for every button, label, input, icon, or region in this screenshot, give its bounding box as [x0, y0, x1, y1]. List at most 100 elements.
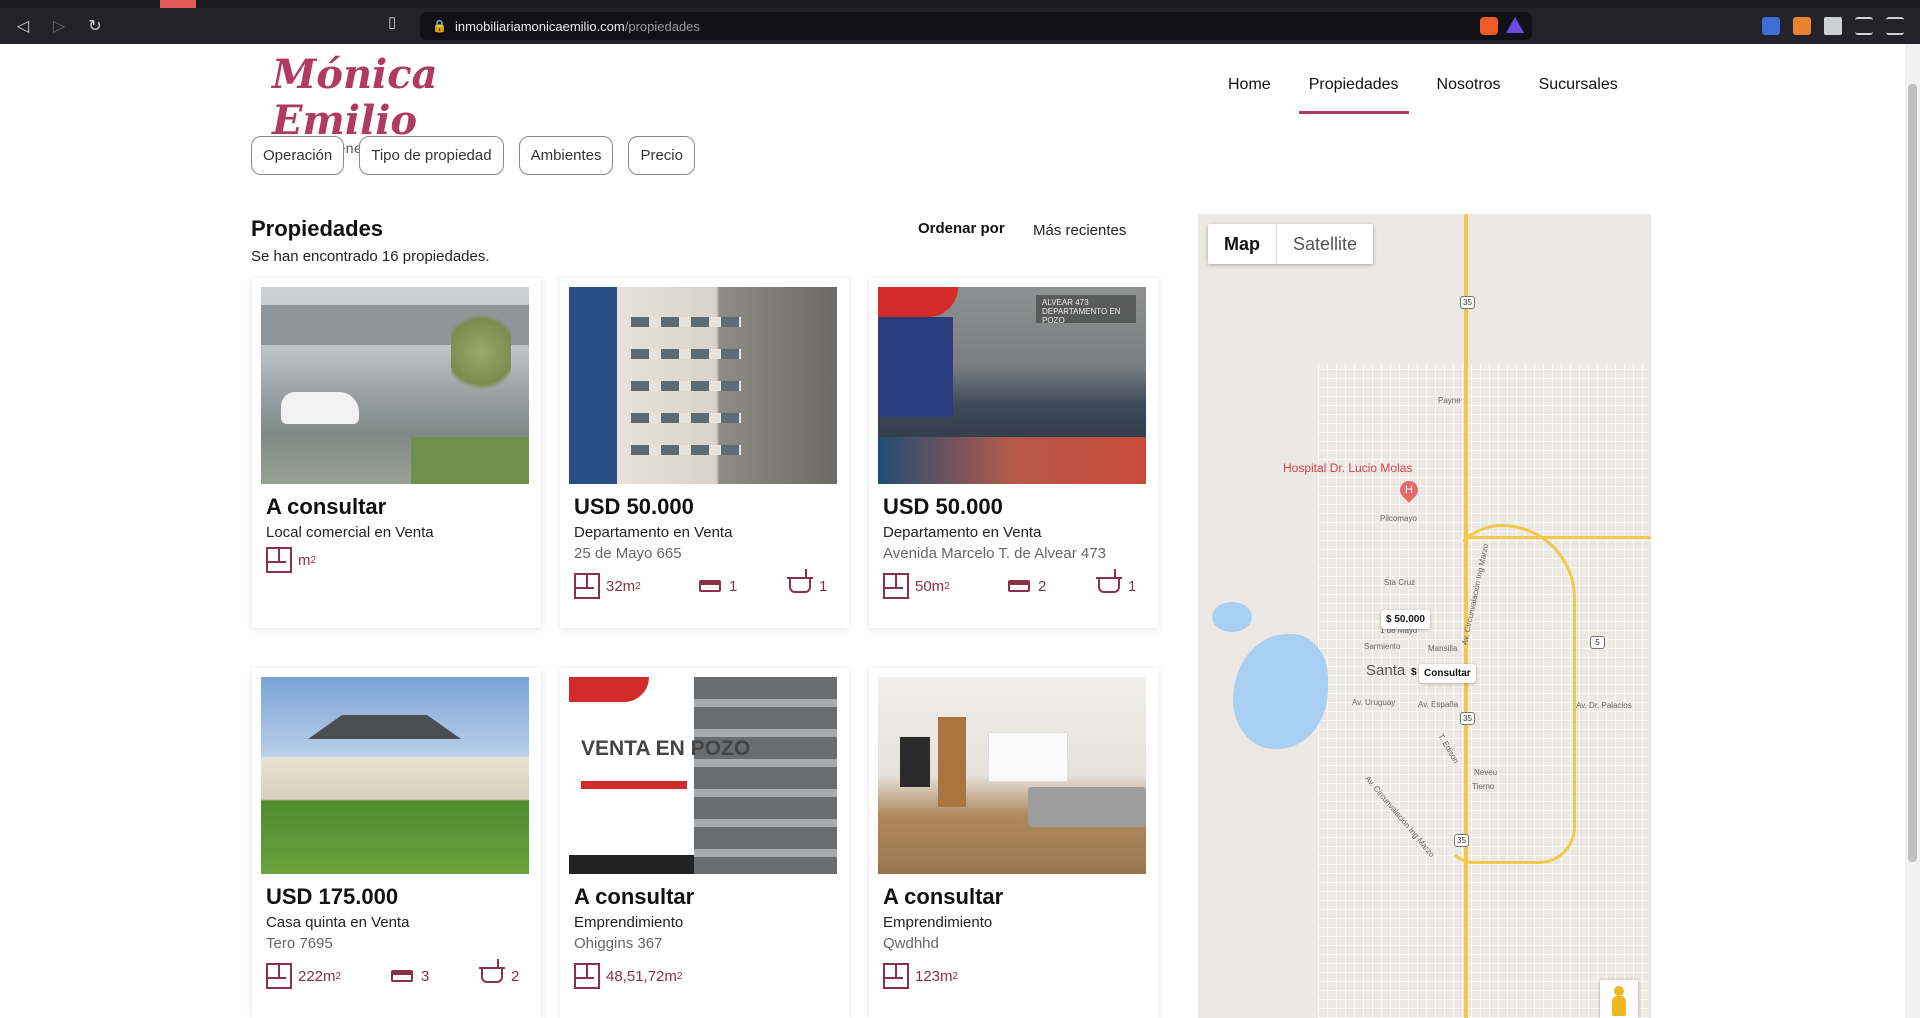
nav-home[interactable]: Home: [1228, 76, 1271, 114]
property-features: 222m 2 3 2: [266, 959, 532, 989]
area-value: 123m: [915, 967, 953, 985]
area-value: m: [298, 551, 311, 569]
toolbar: ◁ ▷ ↻ ▯ 🔒 inmobiliariamonicaemilio.com /…: [0, 8, 1920, 44]
area-value: 222m: [298, 967, 336, 985]
brave-rewards-icon[interactable]: [1506, 17, 1524, 33]
area-feature: m2: [266, 547, 316, 573]
map-view-button[interactable]: Map: [1208, 224, 1277, 264]
property-image[interactable]: [261, 287, 529, 484]
filter-precio[interactable]: Precio: [628, 136, 695, 175]
sort-label: Ordenar por: [918, 220, 1005, 237]
property-type: Casa quinta en Venta: [266, 914, 410, 931]
tab-strip: [0, 0, 1920, 8]
property-features: 48,51,72m 2: [574, 963, 840, 989]
image-banner: ALVEAR 473 DEPARTAMENTO EN POZO: [1036, 295, 1136, 325]
area-value: 32m: [606, 577, 636, 595]
property-image[interactable]: VENTA EN POZO: [569, 677, 837, 874]
nav-nosotros[interactable]: Nosotros: [1437, 76, 1501, 114]
price-marker[interactable]: $ 50.000: [1381, 610, 1430, 629]
route-35-shield: 35: [1454, 834, 1469, 847]
baths-feature: 1: [1096, 569, 1136, 595]
property-type: Departamento en Venta: [574, 524, 733, 541]
url-path: /propiedades: [624, 18, 700, 34]
street-label: Payne: [1438, 396, 1461, 405]
property-type: Local comercial en Venta: [266, 524, 434, 541]
property-features: 123m 2: [883, 963, 1149, 989]
sort-select[interactable]: Más recientes: [1033, 222, 1126, 239]
extensions-icon[interactable]: [1824, 17, 1842, 35]
property-address: 25 de Mayo 665: [574, 545, 682, 562]
area-feature: 222m 2: [266, 963, 391, 989]
floor-plan-icon: [883, 573, 909, 599]
property-card[interactable]: A consultar Emprendimiento Qwdhhd 123m 2: [869, 668, 1158, 1018]
satellite-view-button[interactable]: Satellite: [1277, 224, 1373, 264]
bed-icon: [391, 970, 413, 982]
baths-feature: 1: [787, 569, 827, 595]
filter-operacion[interactable]: Operación: [251, 136, 345, 175]
address-bar[interactable]: 🔒 inmobiliariamonicaemilio.com /propieda…: [420, 12, 1532, 40]
consult-marker[interactable]: Consultar: [1419, 664, 1476, 683]
property-features: m2: [266, 547, 532, 573]
street-label: Mansilla: [1428, 644, 1458, 653]
baths-value: 2: [511, 967, 520, 985]
property-card[interactable]: VENTA EN POZO A consultar Emprendimiento…: [560, 668, 849, 1018]
menu-icon[interactable]: [1886, 17, 1904, 35]
property-card[interactable]: ALVEAR 473 DEPARTAMENTO EN POZO USD 50.0…: [869, 278, 1158, 628]
property-card[interactable]: USD 175.000 Casa quinta en Venta Tero 76…: [252, 668, 541, 1018]
nav-sucursales[interactable]: Sucursales: [1539, 76, 1618, 114]
property-price: USD 50.000: [883, 494, 1003, 519]
metamask-extension-icon[interactable]: [1793, 17, 1811, 35]
reload-icon[interactable]: ↻: [82, 13, 108, 39]
area-feature: 123m 2: [883, 963, 958, 989]
lagoon: [1233, 634, 1328, 749]
property-price: A consultar: [266, 494, 387, 519]
filter-tipo-propiedad[interactable]: Tipo de propiedad: [359, 136, 504, 175]
url-host: inmobiliariamonicaemilio.com: [454, 18, 625, 34]
property-features: 50m 2 2 1: [883, 569, 1149, 599]
hospital-label[interactable]: Hospital Dr. Lucio Molas: [1283, 461, 1412, 475]
baths-feature: 2: [479, 959, 520, 985]
bed-icon: [699, 580, 721, 592]
page-scrollbar[interactable]: [1905, 44, 1920, 1018]
properties-map[interactable]: Map Satellite 35 35 35 5 Payne Pilcomayo…: [1198, 214, 1651, 1018]
bookmark-icon[interactable]: ▯: [388, 13, 396, 31]
property-card[interactable]: USD 50.000 Departamento en Venta 25 de M…: [560, 278, 849, 628]
filter-ambientes[interactable]: Ambientes: [518, 136, 614, 175]
property-image[interactable]: [878, 677, 1146, 874]
nav-propiedades[interactable]: Propiedades: [1298, 76, 1409, 114]
beds-value: 2: [1038, 577, 1047, 595]
street-label: Pilcomayo: [1380, 514, 1417, 523]
translate-extension-icon[interactable]: [1762, 17, 1780, 35]
property-price: USD 175.000: [266, 884, 399, 909]
map-type-toggle: Map Satellite: [1208, 224, 1374, 264]
area-value: 48,51,72m: [606, 967, 677, 985]
back-icon[interactable]: ◁: [10, 13, 36, 39]
route-5-shield: 5: [1590, 636, 1605, 649]
brave-shields-icon[interactable]: [1480, 17, 1498, 35]
floor-plan-icon: [574, 573, 600, 599]
property-card[interactable]: A consultar Local comercial en Venta m2: [252, 278, 541, 628]
property-image[interactable]: ALVEAR 473 DEPARTAMENTO EN POZO: [878, 287, 1146, 484]
bed-icon: [1008, 580, 1030, 592]
browser-chrome: ◁ ▷ ↻ ▯ 🔒 inmobiliariamonicaemilio.com /…: [0, 0, 1920, 44]
beds-feature: 3: [391, 968, 481, 985]
active-tab[interactable]: [160, 0, 196, 8]
filter-bar: Operación Tipo de propiedad Ambientes Pr…: [251, 136, 710, 175]
street-view-pegman-icon[interactable]: [1600, 980, 1638, 1018]
floor-plan-icon: [883, 963, 909, 989]
reading-list-icon[interactable]: [1855, 17, 1873, 35]
forward-icon[interactable]: ▷: [46, 13, 72, 39]
street-label: Sarmiento: [1364, 642, 1401, 651]
property-image[interactable]: [261, 677, 529, 874]
property-image[interactable]: [569, 287, 837, 484]
property-price: A consultar: [883, 884, 1004, 909]
area-feature: 48,51,72m 2: [574, 963, 682, 989]
bathtub-icon: [1096, 569, 1122, 593]
property-type: Emprendimiento: [574, 914, 684, 931]
results-count: Se han encontrado 16 propiedades.: [251, 248, 490, 265]
street-label: Av. España: [1418, 700, 1459, 709]
logo-title: Mónica Emilio: [272, 51, 438, 144]
property-type: Departamento en Venta: [883, 524, 1042, 541]
lock-icon: 🔒: [432, 19, 447, 33]
scrollbar-thumb[interactable]: [1908, 84, 1917, 862]
